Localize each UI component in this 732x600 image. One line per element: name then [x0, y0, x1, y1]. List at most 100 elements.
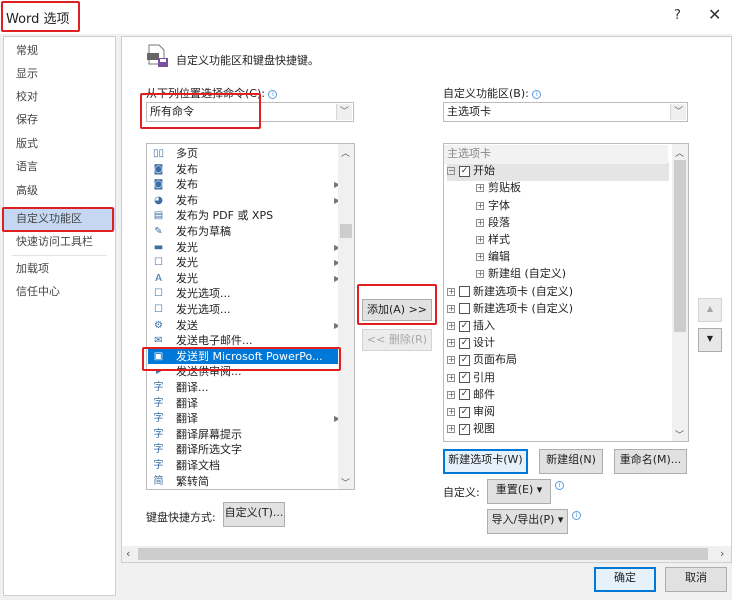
command-list-item[interactable]: 字翻译: [148, 396, 338, 412]
tree-item[interactable]: + ✓ 页面布局: [447, 351, 517, 370]
checkbox[interactable]: [459, 286, 470, 298]
sidebar-item[interactable]: 保存: [4, 109, 115, 131]
command-list-item[interactable]: 字 翻译...: [148, 380, 338, 396]
sidebar-item[interactable]: 高级: [4, 180, 115, 202]
tree-item[interactable]: − ✓ 开始: [447, 162, 669, 181]
expand-icon[interactable]: +: [447, 322, 455, 330]
command-list-item[interactable]: ◙ 发布: [148, 162, 338, 178]
commands-scrollbar[interactable]: ︿ ﹀: [338, 144, 354, 489]
tree-item[interactable]: + 新建选项卡 (自定义): [447, 283, 573, 302]
ok-button[interactable]: 确定: [594, 567, 656, 592]
checkbox[interactable]: ✓: [459, 165, 470, 177]
command-list-item[interactable]: 字翻译所选文字: [148, 442, 338, 458]
reset-dropdown-button[interactable]: 重置(E) ▾: [487, 479, 551, 504]
commands-list[interactable]: 简繁转简字翻译文档字翻译所选文字字翻译屏幕提示字翻译▶字翻译字翻译...▸发送供…: [146, 143, 355, 490]
command-list-item[interactable]: ⚙发送▶: [148, 318, 340, 334]
new-group-button[interactable]: 新建组(N): [539, 449, 603, 474]
expand-icon[interactable]: +: [447, 373, 455, 382]
remove-button[interactable]: << 删除(R): [362, 329, 432, 351]
ribbon-tree[interactable]: + ✓ 视图 + ✓ 审阅 + ✓ 邮件 + ✓ 引用 + ✓ 页面布局 + ✓ 设计 + ✓ 插入 + 新建选项卡 (自定…: [443, 143, 689, 442]
expand-icon[interactable]: +: [476, 236, 484, 244]
command-list-item[interactable]: ◙发布▶: [148, 177, 341, 193]
command-list-item[interactable]: ▤ 发布为 PDF 或 XPS: [148, 208, 338, 224]
scroll-thumb[interactable]: [138, 548, 708, 560]
tree-item[interactable]: + 字体: [476, 197, 510, 216]
tree-item[interactable]: + ✓ 插入: [447, 317, 495, 336]
checkbox[interactable]: ✓: [459, 423, 470, 435]
tree-item[interactable]: + ✓ 引用: [447, 369, 495, 388]
tree-item[interactable]: + ✓ 审阅: [447, 403, 495, 422]
checkbox[interactable]: ✓: [459, 372, 470, 384]
scroll-thumb[interactable]: [340, 224, 352, 238]
command-list-item[interactable]: 简繁转简: [148, 474, 338, 489]
ribbon-tree-scrollbar[interactable]: ︿ ﹀: [672, 144, 688, 441]
move-up-button[interactable]: ▲: [698, 298, 722, 322]
tree-item[interactable]: + 新建组 (自定义): [476, 265, 566, 284]
checkbox[interactable]: ✓: [459, 337, 470, 349]
chevron-down-icon[interactable]: ﹀: [670, 104, 686, 120]
expand-icon[interactable]: +: [447, 390, 455, 399]
tree-item[interactable]: + 新建选项卡 (自定义): [447, 300, 573, 319]
command-list-item[interactable]: ▬发光▶: [148, 240, 340, 256]
expand-icon[interactable]: +: [447, 339, 455, 348]
sidebar-item[interactable]: 显示: [4, 63, 115, 85]
sidebar-item[interactable]: 语言: [4, 156, 115, 178]
sidebar-item[interactable]: 校对: [4, 86, 115, 108]
close-button[interactable]: ✕: [708, 5, 721, 24]
sidebar-item[interactable]: 信任中心: [4, 281, 115, 303]
checkbox[interactable]: ✓: [459, 320, 470, 332]
collapse-icon[interactable]: −: [447, 167, 455, 176]
tree-item[interactable]: + 段落: [476, 214, 510, 233]
checkbox[interactable]: [459, 303, 470, 315]
sidebar-item[interactable]: 常规: [4, 40, 115, 62]
scroll-up-icon[interactable]: ︿: [675, 146, 684, 159]
checkbox[interactable]: ✓: [459, 354, 470, 366]
rename-button[interactable]: 重命名(M)...: [614, 449, 687, 474]
command-list-item[interactable]: ☐ 发光选项...: [148, 286, 338, 302]
expand-icon[interactable]: +: [447, 356, 455, 365]
command-list-item[interactable]: ☐ 发光选项...: [148, 302, 338, 318]
expand-icon[interactable]: +: [447, 408, 455, 416]
sidebar-item[interactable]: 加载项: [4, 258, 115, 280]
tree-item[interactable]: + ✓ 视图: [447, 420, 495, 439]
ribbon-dropdown[interactable]: 主选项卡 ﹀: [443, 102, 688, 122]
expand-icon[interactable]: +: [476, 201, 484, 210]
command-list-item[interactable]: ☐发光▶: [148, 255, 340, 271]
checkbox[interactable]: ✓: [459, 406, 470, 418]
customize-shortcuts-button[interactable]: 自定义(T)...: [223, 502, 285, 527]
sidebar-item[interactable]: 版式: [4, 133, 115, 155]
help-button[interactable]: ?: [674, 8, 681, 23]
scroll-up-icon[interactable]: ︿: [341, 146, 350, 159]
tree-item[interactable]: + ✓ 设计: [447, 334, 495, 353]
move-down-button[interactable]: ▼: [698, 328, 722, 352]
command-list-item[interactable]: 字翻译▶: [148, 411, 341, 427]
checkbox[interactable]: ✓: [459, 389, 470, 401]
chevron-down-icon[interactable]: ﹀: [336, 104, 352, 120]
expand-icon[interactable]: +: [447, 304, 455, 313]
expand-icon[interactable]: +: [476, 184, 484, 193]
scroll-thumb[interactable]: [674, 160, 686, 332]
scroll-down-icon[interactable]: ﹀: [341, 476, 350, 489]
tree-item[interactable]: + 编辑: [476, 248, 510, 267]
command-list-item[interactable]: ◕发布▶: [148, 193, 340, 209]
tree-item[interactable]: + ✓ 邮件: [447, 386, 495, 405]
cancel-button[interactable]: 取消: [665, 567, 727, 592]
command-list-item[interactable]: ▯▯ 多页: [148, 146, 338, 162]
sidebar-item[interactable]: 快速访问工具栏: [4, 231, 115, 253]
expand-icon[interactable]: +: [447, 287, 455, 296]
tree-item[interactable]: + 样式: [476, 231, 510, 250]
expand-icon[interactable]: +: [476, 270, 484, 279]
new-tab-button[interactable]: 新建选项卡(W): [443, 449, 528, 474]
command-list-item[interactable]: 字翻译屏幕提示: [148, 427, 338, 443]
command-list-item[interactable]: 字 翻译文档: [148, 458, 338, 474]
import-export-dropdown-button[interactable]: 导入/导出(P) ▾: [487, 509, 568, 534]
expand-icon[interactable]: +: [447, 425, 455, 434]
scroll-left-icon[interactable]: ‹: [126, 547, 130, 560]
tree-item[interactable]: + 剪贴板: [476, 179, 521, 198]
command-list-item[interactable]: A发光▶: [148, 271, 340, 287]
expand-icon[interactable]: +: [476, 218, 484, 227]
scroll-down-icon[interactable]: ﹀: [675, 428, 684, 441]
command-list-item[interactable]: ✎ 发布为草稿: [148, 224, 338, 240]
scroll-right-icon[interactable]: ›: [720, 547, 724, 560]
expand-icon[interactable]: +: [476, 253, 484, 262]
